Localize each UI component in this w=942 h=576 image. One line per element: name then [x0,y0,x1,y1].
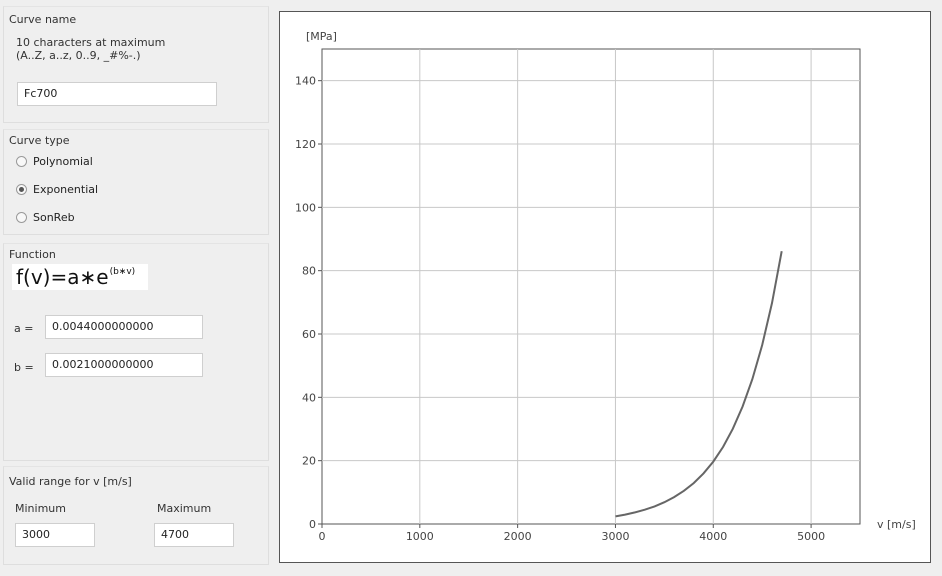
a-label: a = [14,322,34,335]
minimum-input[interactable]: 3000 [15,523,95,547]
function-title: Function [9,248,56,261]
maximum-label: Maximum [157,502,212,515]
minimum-label: Minimum [15,502,66,515]
x-tick-label: 0 [319,530,326,543]
y-axis-label: [MPa] [306,30,337,43]
y-tick-label: 140 [295,75,316,88]
radio-polynomial-indicator[interactable] [16,156,27,167]
radio-sonreb[interactable]: SonReb [16,211,75,224]
curve-name-title: Curve name [9,13,77,26]
y-tick-label: 0 [309,518,316,531]
curve-name-hint-1: 10 characters at maximum [16,36,166,49]
radio-sonreb-indicator[interactable] [16,212,27,223]
curve-name-hint-2: (A..Z, a..z, 0..9, _#%-.) [16,49,141,62]
x-tick-label: 5000 [797,530,825,543]
curve-type-title: Curve type [9,134,70,147]
radio-exponential-indicator[interactable] [16,184,27,195]
chart-panel: 0 1000 2000 3000 4000 5000 0 20 40 60 80 100 120 140 … [279,11,931,563]
y-tick-label: 120 [295,138,316,151]
formula-exponent: (b∗v) [109,267,136,277]
x-tick-label: 3000 [601,530,629,543]
a-input[interactable]: 0.0044000000000 [45,315,203,339]
valid-range-group: Valid range for v [m/s] Minimum Maximum … [3,466,269,565]
x-tick-label: 1000 [406,530,434,543]
y-tick-label: 40 [302,391,316,404]
radio-polynomial[interactable]: Polynomial [16,155,93,168]
radio-polynomial-label: Polynomial [33,155,93,168]
y-tick-label: 80 [302,265,316,278]
formula-lhs: f(v)=a∗e [16,265,109,289]
curve-name-group: Curve name 10 characters at maximum (A..… [3,6,269,123]
formula-display: f(v)=a∗e (b∗v) [12,264,148,290]
curve-chart: 0 1000 2000 3000 4000 5000020406080100120140 … [295,30,916,543]
y-tick-label: 60 [302,328,316,341]
radio-exponential[interactable]: Exponential [16,183,98,196]
y-tick-label: 100 [295,201,316,214]
b-input[interactable]: 0.0021000000000 [45,353,203,377]
x-tick-label: 4000 [699,530,727,543]
b-label: b = [14,361,34,374]
x-tick-label: 2000 [504,530,532,543]
valid-range-title: Valid range for v [m/s] [9,475,132,488]
plot-area [321,48,861,525]
function-group: Function f(v)=a∗e (b∗v) a = 0.00440000000… [3,243,269,461]
curve-type-group: Curve type Polynomial Exponential SonReb [3,129,269,235]
x-axis-label: v [m/s] [877,518,916,531]
radio-sonreb-label: SonReb [33,211,75,224]
curve-name-input[interactable]: Fc700 [17,82,217,106]
radio-exponential-label: Exponential [33,183,99,196]
maximum-input[interactable]: 4700 [154,523,234,547]
y-tick-label: 20 [302,455,316,468]
